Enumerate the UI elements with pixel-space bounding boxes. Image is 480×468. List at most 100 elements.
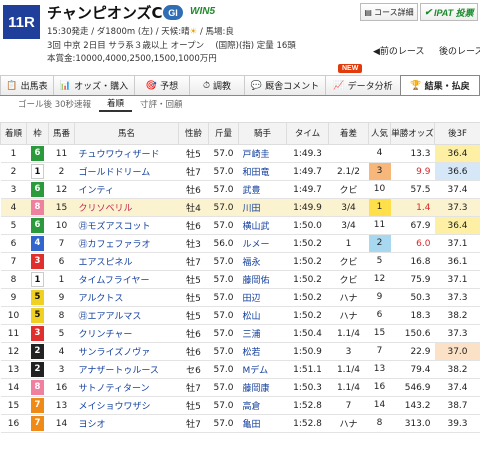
jockey-link[interactable]: 松山 (238, 306, 287, 325)
horse-name-link[interactable]: メイショウワザシ (74, 396, 179, 415)
waku-badge: 6 (31, 182, 44, 197)
waku-cell: 6 (26, 180, 49, 199)
horse-name-link[interactable]: エアスピネル (74, 252, 179, 271)
ipat-vote-button[interactable]: ✔ IPAT 投票 (420, 3, 478, 21)
popularity: 11 (373, 220, 386, 230)
last-3f: 37.1 (434, 234, 480, 253)
col-time[interactable]: タイム (286, 122, 329, 145)
horse-name-link[interactable]: アナザートゥルース (74, 360, 179, 379)
popularity: 10 (373, 184, 386, 194)
race-time: 1:50.2 (286, 288, 329, 307)
tab-result[interactable]: 🏆 結果・払戻 (400, 75, 480, 95)
finish-position: 11 (0, 324, 27, 343)
col-jockey[interactable]: 騎手 (238, 122, 287, 145)
grade-badge: GI (163, 5, 183, 20)
waku-cell: 1 (26, 270, 49, 289)
col-pos[interactable]: 着順 (0, 122, 27, 145)
horse-number: 16 (48, 378, 75, 397)
last-3f: 36.1 (434, 252, 480, 271)
col-umaban[interactable]: 馬番 (48, 122, 75, 145)
popularity-cell: 12 (368, 270, 391, 289)
next-race-link[interactable]: 後のレース▶ (439, 44, 480, 57)
horse-number: 9 (48, 288, 75, 307)
margin: クビ (328, 252, 369, 271)
horse-name-link[interactable]: ㊊エアアルマス (74, 306, 179, 325)
col-margin[interactable]: 着差 (328, 122, 369, 145)
waku-cell: 5 (26, 288, 49, 307)
list-icon: 📋 (6, 80, 18, 91)
race-time: 1:49.7 (286, 180, 329, 199)
win-odds: 150.6 (390, 324, 435, 343)
jockey-link[interactable]: 武豊 (238, 180, 287, 199)
horse-name-link[interactable]: サンライズノヴァ (74, 342, 179, 361)
tab-comment[interactable]: 💬 厩舎コメント (244, 75, 326, 95)
win-odds: 57.5 (390, 180, 435, 199)
popularity-cell: 11 (368, 216, 391, 235)
col-waku[interactable]: 枠 (26, 122, 49, 145)
tab-chokyo[interactable]: ⏱ 調教 (189, 75, 245, 95)
prev-race-link[interactable]: ◀前のレース (373, 44, 424, 57)
col-sexage[interactable]: 性齢 (178, 122, 209, 145)
waku-cell: 8 (26, 198, 49, 217)
col-odds[interactable]: 単勝オッズ (390, 122, 435, 145)
jockey-link[interactable]: 田辺 (238, 288, 287, 307)
col-kin[interactable]: 斤量 (208, 122, 239, 145)
jockey-link[interactable]: 亀田 (238, 414, 287, 433)
tab-odds[interactable]: 📊 オッズ・購入 (53, 75, 135, 95)
popularity-cell: 3 (368, 162, 391, 181)
margin: 1.1/4 (328, 360, 369, 379)
jockey-link[interactable]: Mデム (238, 360, 287, 379)
horse-name-link[interactable]: クリンチャー (74, 324, 179, 343)
sex-age: 牡5 (178, 270, 209, 289)
weight-carried: 57.0 (208, 288, 239, 307)
sex-age: 牡6 (178, 342, 209, 361)
race-time: 1:50.2 (286, 270, 329, 289)
jockey-link[interactable]: 戸崎圭 (238, 144, 287, 163)
course-detail-button[interactable]: ▤ コース詳細 (360, 3, 418, 21)
jockey-link[interactable]: 和田竜 (238, 162, 287, 181)
stopwatch-icon: ⏱ (202, 80, 210, 91)
tab-yoso[interactable]: 🎯 予想 (134, 75, 190, 95)
popularity-cell: 8 (368, 414, 391, 433)
horse-name-link[interactable]: チュウワウィザード (74, 144, 179, 163)
waku-badge: 5 (31, 290, 44, 305)
popularity: 5 (376, 256, 383, 266)
margin: 1 (328, 234, 369, 253)
jockey-link[interactable]: 藤岡康 (238, 378, 287, 397)
last-3f: 37.4 (434, 378, 480, 397)
horse-name-link[interactable]: タイムフライヤー (74, 270, 179, 289)
jockey-link[interactable]: 藤岡佑 (238, 270, 287, 289)
sub-tabs: ゴール後 30秒速報 着順 寸評・回顧 (0, 96, 480, 112)
jockey-link[interactable]: 高倉 (238, 396, 287, 415)
horse-name-link[interactable]: ゴールドドリーム (74, 162, 179, 181)
horse-name-link[interactable]: ㊊カフェファラオ (74, 234, 179, 253)
horse-name-link[interactable]: ヨシオ (74, 414, 179, 433)
tab-data[interactable]: 📈 データ分析 (325, 75, 401, 95)
horse-name-link[interactable]: インティ (74, 180, 179, 199)
col-pop[interactable]: 人気 (368, 122, 391, 145)
weight-carried: 57.0 (208, 324, 239, 343)
col-last3f[interactable]: 後3F (434, 122, 480, 145)
finish-position: 1 (0, 144, 27, 163)
subtab-goal-quick[interactable]: ゴール後 30秒速報 (10, 96, 99, 112)
popularity: 9 (376, 292, 383, 302)
horse-name-link[interactable]: ㊊モズアスコット (74, 216, 179, 235)
jockey-link[interactable]: 松若 (238, 342, 287, 361)
jockey-link[interactable]: 福永 (238, 252, 287, 271)
jockey-link[interactable]: 川田 (238, 198, 287, 217)
horse-name-link[interactable]: アルクトス (74, 288, 179, 307)
result-rows: 1 6 11 チュウワウィザード 牡5 57.0 戸崎圭 1:49.3 4 13.3 36.4 2 1 2… (0, 144, 480, 433)
jockey-link[interactable]: ルメー (238, 234, 287, 253)
waku-cell: 8 (26, 378, 49, 397)
jockey-link[interactable]: 横山武 (238, 216, 287, 235)
jockey-link[interactable]: 三浦 (238, 324, 287, 343)
horse-name-link[interactable]: クリソベリル (74, 198, 179, 217)
tab-shutsuba[interactable]: 📋 出馬表 (0, 75, 54, 95)
subtab-review[interactable]: 寸評・回顧 (132, 96, 191, 112)
subtab-order[interactable]: 着順 (99, 96, 133, 112)
horse-name-link[interactable]: サトノティターン (74, 378, 179, 397)
col-name[interactable]: 馬名 (74, 122, 179, 145)
waku-badge: 4 (31, 236, 44, 251)
win-odds: 1.4 (390, 198, 435, 217)
table-row: 11 3 5 クリンチャー 牡6 57.0 三浦 1:50.4 1.1/4 15 150.6 37.3 (0, 324, 480, 343)
